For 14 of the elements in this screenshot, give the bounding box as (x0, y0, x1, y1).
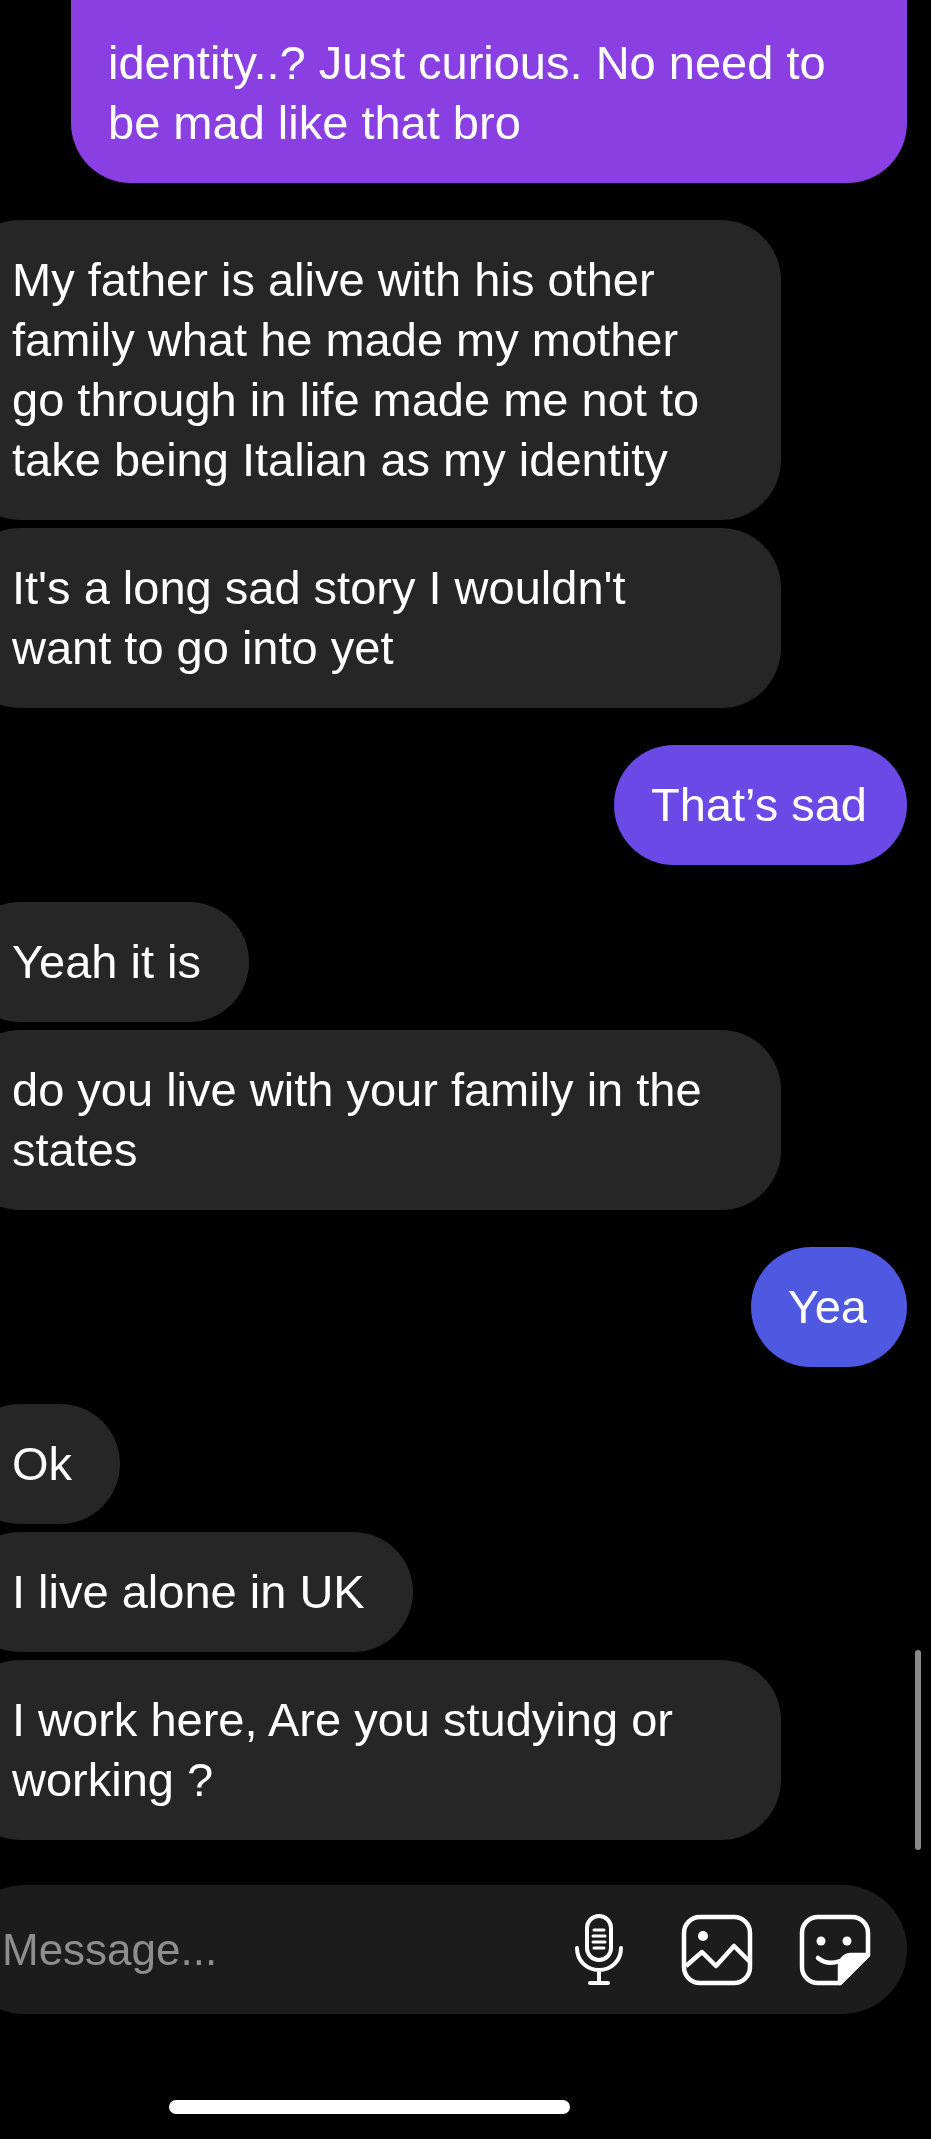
sticker-icon[interactable] (799, 1913, 871, 1986)
received-message: Yeah it is (0, 902, 249, 1022)
received-message: It's a long sad story I wouldn't want to go into yet (0, 528, 781, 708)
received-message: My father is alive with his other family what he made my mother go through in life made me not to take being Italian as my identity (0, 220, 781, 520)
received-message: I work here, Are you studying or working ? (0, 1660, 781, 1840)
sent-message: Yea (750, 1247, 907, 1367)
received-message: Ok (0, 1404, 121, 1524)
received-message: I live alone in UK (0, 1532, 413, 1652)
message-field[interactable]: Message... (0, 1914, 517, 1985)
sent-message: identity..? Just curious. No need to be mad like that bro (71, 0, 907, 183)
message-bar[interactable]: Message... (0, 1885, 907, 2014)
received-message: do you live with your family in the states (0, 1030, 781, 1210)
image-icon[interactable] (681, 1913, 753, 1986)
sent-message: That’s sad (614, 745, 907, 865)
